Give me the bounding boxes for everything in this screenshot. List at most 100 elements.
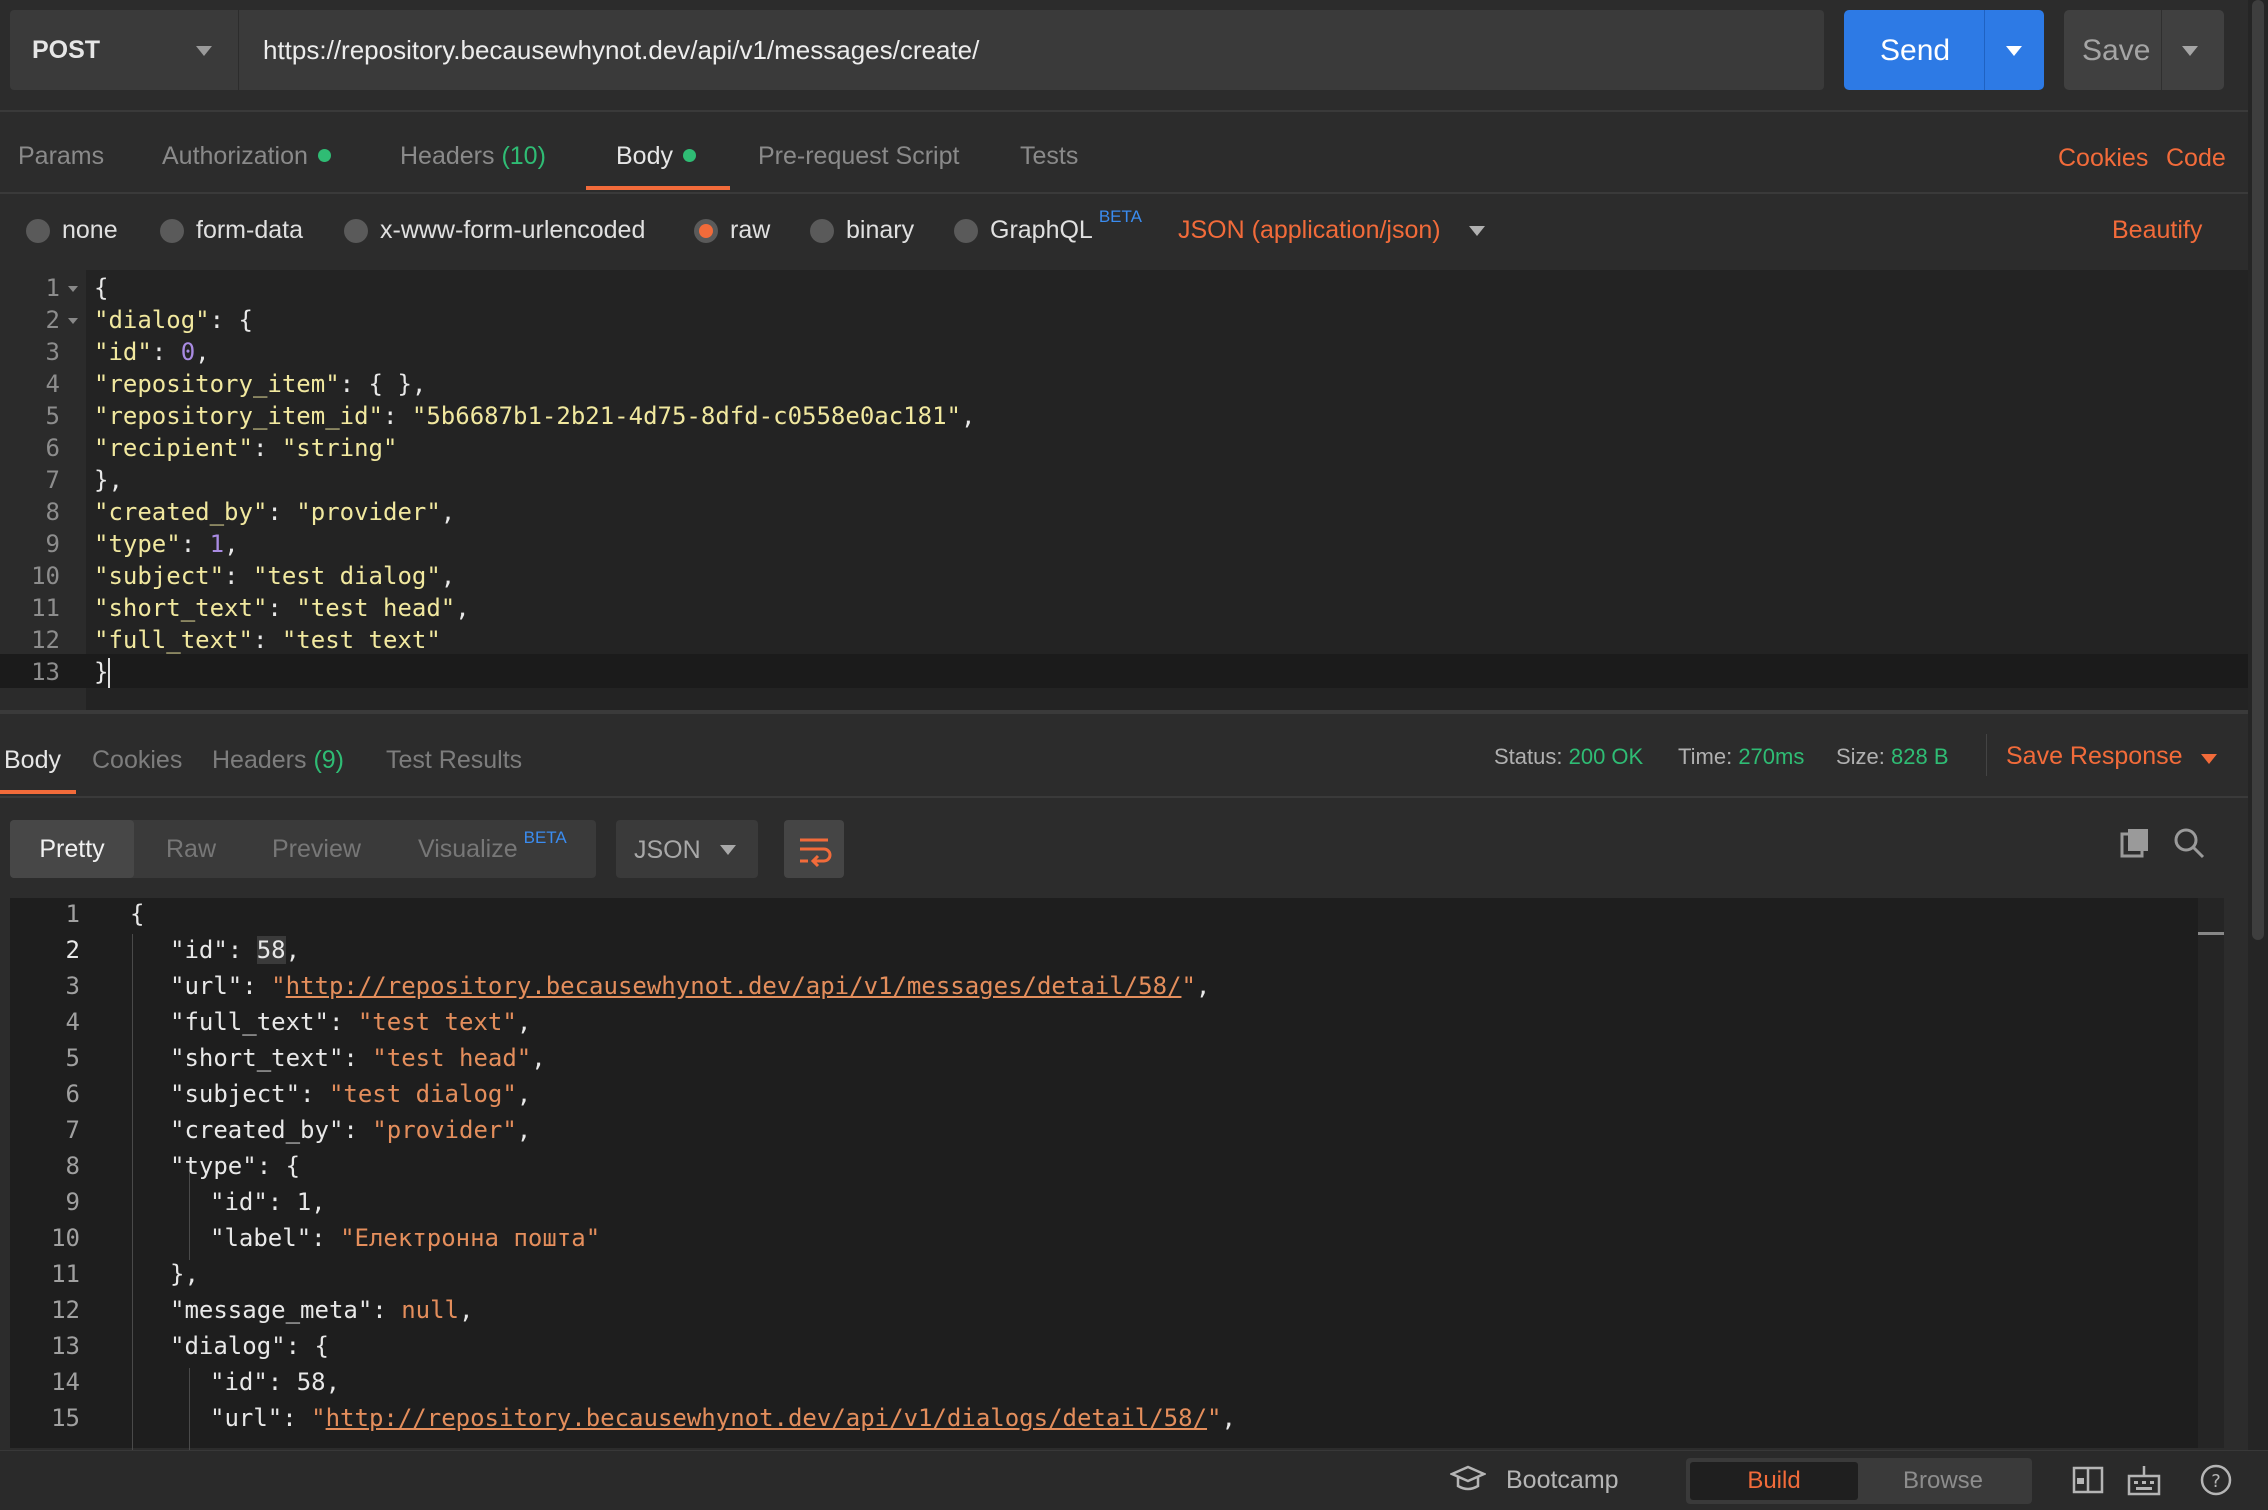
tab-authorization[interactable]: Authorization bbox=[162, 142, 331, 171]
url-input[interactable]: https://repository.becausewhynot.dev/api… bbox=[238, 10, 1824, 90]
radio-none[interactable]: none bbox=[26, 216, 118, 245]
scrollbar-thumb[interactable] bbox=[2252, 0, 2264, 940]
code-text: "url": "http://repository.becausewhynot.… bbox=[210, 1400, 1236, 1436]
method-select[interactable]: POST bbox=[10, 10, 238, 90]
code-text: "message_meta": null, bbox=[170, 1292, 473, 1328]
resp-tab-headers[interactable]: Headers (9) bbox=[212, 746, 344, 775]
window-scrollbar[interactable] bbox=[2248, 0, 2268, 1450]
tab-headers[interactable]: Headers (10) bbox=[400, 142, 546, 171]
view-preview[interactable]: Preview bbox=[272, 820, 361, 878]
code-token: , bbox=[1221, 1404, 1236, 1432]
response-line: 13 "dialog": { bbox=[10, 1328, 1236, 1364]
radio-binary[interactable]: binary bbox=[810, 216, 914, 245]
radio-form-data[interactable]: form-data bbox=[160, 216, 303, 245]
view-raw[interactable]: Raw bbox=[166, 820, 216, 878]
copy-icon[interactable] bbox=[2118, 826, 2152, 865]
code-token: : bbox=[267, 1188, 297, 1216]
chevron-down-icon bbox=[196, 46, 212, 56]
build-browse-toggle: Build Browse bbox=[1686, 1458, 2032, 1504]
beautify-button[interactable]: Beautify bbox=[2112, 216, 2202, 245]
wrap-lines-button[interactable] bbox=[784, 820, 844, 878]
format-select[interactable]: JSON bbox=[616, 820, 758, 878]
line-number: 11 bbox=[51, 1260, 80, 1288]
code-token: 58 bbox=[256, 936, 286, 964]
radio-raw-selected-icon bbox=[694, 218, 718, 243]
code-token: , bbox=[1195, 972, 1211, 1000]
resp-tab-test-results[interactable]: Test Results bbox=[386, 746, 522, 775]
code-line: 1{ bbox=[0, 272, 975, 304]
code-link[interactable]: Code bbox=[2166, 144, 2226, 173]
code-text: "short_text": "test head", bbox=[170, 1040, 546, 1076]
radio-form-data-icon bbox=[160, 218, 184, 243]
send-button[interactable]: Send bbox=[1844, 10, 2044, 90]
save-options-chevron-icon[interactable] bbox=[2182, 46, 2198, 56]
tab-body[interactable]: Body bbox=[616, 142, 696, 171]
chevron-down-icon bbox=[2200, 754, 2217, 764]
format-label: JSON bbox=[634, 836, 701, 864]
help-icon[interactable]: ? bbox=[2198, 1462, 2234, 1503]
code-text: "id": 1, bbox=[210, 1184, 326, 1220]
build-label: Build bbox=[1747, 1467, 1801, 1494]
response-scrollbar[interactable] bbox=[2198, 898, 2224, 1448]
view-pretty[interactable]: Pretty bbox=[10, 820, 134, 878]
keyboard-shortcuts-icon[interactable] bbox=[2126, 1462, 2162, 1503]
browse-label: Browse bbox=[1902, 1467, 1984, 1494]
resp-tab-cookies[interactable]: Cookies bbox=[92, 746, 182, 775]
code-text: "url": "http://repository.becausewhynot.… bbox=[170, 968, 1210, 1004]
line-number: 10 bbox=[51, 1224, 80, 1252]
fold-arrow-icon[interactable] bbox=[68, 318, 78, 324]
tab-tests[interactable]: Tests bbox=[1020, 142, 1078, 171]
code-token: 58 bbox=[296, 1368, 326, 1396]
size-value: 828 B bbox=[1891, 744, 1949, 769]
code-text: "full_text": "test text", bbox=[170, 1004, 531, 1040]
code-token: , bbox=[195, 338, 210, 366]
code-token: "provider" bbox=[372, 1116, 517, 1144]
code-token: "provider" bbox=[296, 498, 441, 526]
view-visualize[interactable]: Visualize BETA bbox=[418, 820, 567, 878]
radio-raw[interactable]: raw bbox=[694, 216, 770, 245]
code-token: "message_meta" bbox=[170, 1296, 373, 1324]
code-token: : bbox=[267, 1368, 297, 1396]
pane-divider[interactable] bbox=[0, 710, 2248, 714]
fold-arrow-icon[interactable] bbox=[68, 286, 78, 292]
code-token: "test head" bbox=[372, 1044, 532, 1072]
code-token: , bbox=[455, 594, 470, 622]
send-options-chevron-icon[interactable] bbox=[2006, 46, 2022, 56]
code-token: 1 bbox=[209, 530, 225, 558]
tab-prerequest-script[interactable]: Pre-request Script bbox=[758, 142, 959, 171]
resp-tab-body[interactable]: Body bbox=[4, 746, 61, 775]
time-value: 270ms bbox=[1738, 744, 1805, 769]
url-link[interactable]: http://repository.becausewhynot.dev/api/… bbox=[326, 1404, 1207, 1432]
tab-params[interactable]: Params bbox=[18, 142, 104, 171]
code-token: "id" bbox=[210, 1368, 268, 1396]
save-button[interactable]: Save bbox=[2064, 10, 2224, 90]
tab-prerequest-label: Pre-request Script bbox=[758, 142, 960, 170]
save-response-button[interactable]: Save Response bbox=[2006, 742, 2217, 771]
code-text: "id": 58, bbox=[210, 1364, 340, 1400]
radio-graphql[interactable]: GraphQL BETA bbox=[954, 207, 1142, 245]
build-button[interactable]: Build bbox=[1690, 1462, 1858, 1500]
url-link[interactable]: http://repository.becausewhynot.dev/api/… bbox=[286, 972, 1182, 1000]
graduation-cap-icon[interactable] bbox=[1448, 1464, 1488, 1499]
bootcamp-link[interactable]: Bootcamp bbox=[1506, 1466, 1619, 1495]
code-token: " bbox=[311, 1404, 326, 1432]
code-token: 0 bbox=[180, 338, 196, 366]
content-type-select[interactable]: JSON (application/json) bbox=[1178, 216, 1485, 245]
code-text: "type": { bbox=[170, 1148, 300, 1184]
cookies-link[interactable]: Cookies bbox=[2058, 144, 2148, 173]
line-number: 7 bbox=[65, 1116, 80, 1144]
radio-form-data-label: form-data bbox=[196, 216, 303, 244]
code-token: "created_by" bbox=[170, 1116, 344, 1144]
text-cursor bbox=[108, 658, 110, 688]
code-token: , bbox=[325, 1368, 341, 1396]
code-token: : bbox=[151, 338, 181, 366]
size-label: Size: bbox=[1836, 744, 1885, 769]
code-text: "subject": "test dialog", bbox=[170, 1076, 531, 1112]
code-token: }, bbox=[170, 1260, 199, 1288]
code-token: : { bbox=[285, 1332, 329, 1360]
radio-urlencoded[interactable]: x-www-form-urlencoded bbox=[344, 216, 645, 245]
two-pane-view-icon[interactable] bbox=[2070, 1462, 2106, 1503]
search-icon[interactable] bbox=[2172, 826, 2206, 865]
line-number: 5 bbox=[65, 1044, 80, 1072]
browse-button[interactable]: Browse bbox=[1858, 1462, 2028, 1500]
